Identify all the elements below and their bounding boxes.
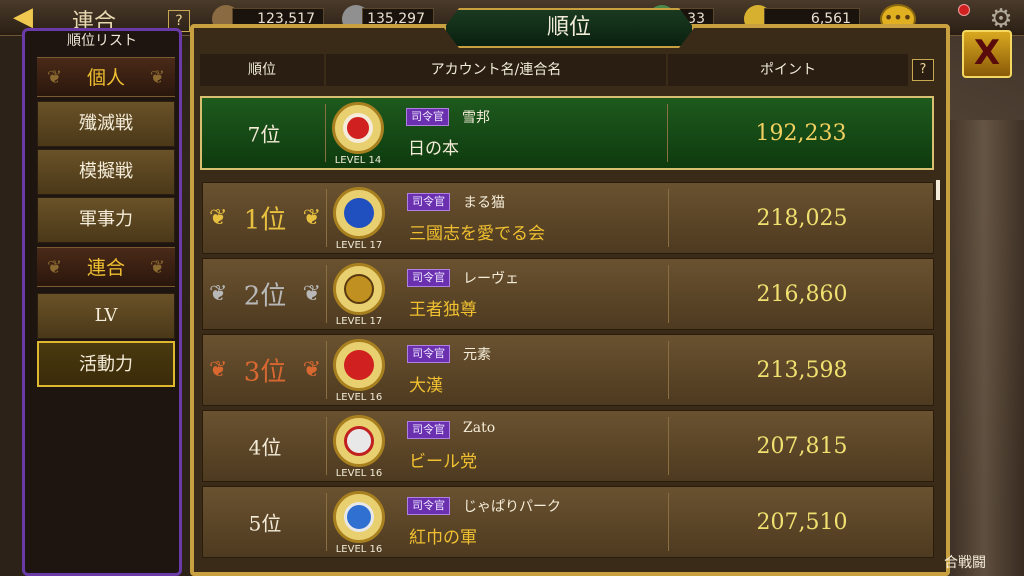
emblem-level: LEVEL 16 <box>335 468 383 479</box>
emblem-ring <box>333 263 385 315</box>
role-badge: 司令官 <box>407 345 450 363</box>
alliance-name: 日の本 <box>408 139 459 159</box>
emblem-ring <box>333 415 385 467</box>
rank-label: 7位 <box>247 122 281 147</box>
points-value: 207,510 <box>756 510 848 535</box>
account-name: 雪邦 <box>462 110 490 126</box>
rank-cell: ❦ 3位 ❦ <box>203 335 327 405</box>
close-button[interactable]: X <box>962 30 1012 78</box>
emblem-level: LEVEL 17 <box>335 240 383 251</box>
role-badge: 司令官 <box>407 193 450 211</box>
column-header-rank: 順位 <box>200 54 324 86</box>
ranking-help-button[interactable]: ? <box>912 59 934 81</box>
role-badge: 司令官 <box>407 497 450 515</box>
account-name: まる猫 <box>463 195 505 211</box>
emblem-ring <box>332 102 384 154</box>
rank-cell: ❦ 2位 ❦ <box>203 259 327 329</box>
alliance-emblem: LEVEL 16 <box>329 489 389 555</box>
points-value: 218,025 <box>756 206 848 231</box>
ranking-list-sidebar: 順位リスト 個人 殲滅戦 模擬戦 軍事力 連合 LV 活動力 <box>22 28 182 576</box>
rank-label: 4位 <box>248 435 282 460</box>
ranking-row[interactable]: 4位 LEVEL 16 司令官 Zato ビール党 207,815 <box>202 410 934 482</box>
panel-title: 順位 <box>444 8 694 48</box>
sidebar-item-annihilation[interactable]: 殲滅戦 <box>37 101 175 147</box>
gold-laurel-icon: ❦ <box>302 205 321 231</box>
points-value: 192,233 <box>755 121 847 146</box>
dragon-emblem-icon <box>344 274 374 304</box>
role-badge: 司令官 <box>406 108 449 126</box>
ranking-row[interactable]: ❦ 2位 ❦ LEVEL 17 司令官 レーヴェ 王者独尊 216,860 <box>202 258 934 330</box>
alliance-emblem: LEVEL 16 <box>329 337 389 403</box>
bronze-laurel-icon: ❦ <box>302 357 321 383</box>
account-name: レーヴェ <box>463 271 519 287</box>
cat-emblem-icon <box>344 198 374 228</box>
points-value: 216,860 <box>756 282 848 307</box>
sidebar-item-lv[interactable]: LV <box>37 293 175 339</box>
rank-cell: 5位 <box>203 487 327 557</box>
my-alliance-row[interactable]: 7位 LEVEL 14 司令官 雪邦 日の本 192,233 <box>200 96 934 170</box>
account-name: 元素 <box>463 347 491 363</box>
alliance-name: 三國志を愛でる会 <box>409 224 545 244</box>
emblem-level: LEVEL 14 <box>334 155 382 166</box>
alliance-emblem: LEVEL 17 <box>329 185 389 251</box>
rank-cell: 4位 <box>203 411 327 481</box>
emblem-ring <box>333 491 385 543</box>
emblem-level: LEVEL 16 <box>335 544 383 555</box>
sidebar-header-alliance: 連合 <box>37 247 175 288</box>
list-scrollbar[interactable] <box>936 180 940 200</box>
battle-label: 合戦闘 <box>944 555 986 571</box>
background-scenery <box>944 120 1024 576</box>
alliance-emblem: LEVEL 14 <box>328 100 388 166</box>
close-icon: X <box>973 33 1001 73</box>
sidebar-header-personal: 個人 <box>37 57 175 98</box>
account-name: Zato <box>463 420 496 436</box>
column-header-account: アカウント名/連合名 <box>326 54 666 86</box>
alliance-name: 紅巾の軍 <box>409 528 477 548</box>
emblem-level: LEVEL 17 <box>335 316 383 327</box>
crane-emblem-icon <box>344 426 374 456</box>
emblem-ring <box>333 339 385 391</box>
alliance-name: ビール党 <box>409 452 477 472</box>
sidebar-title: 順位リスト <box>67 33 137 49</box>
points-value: 213,598 <box>756 358 848 383</box>
sidebar-item-activity[interactable]: 活動力 <box>37 341 175 387</box>
sidebar-item-mock-battle[interactable]: 模擬戦 <box>37 149 175 195</box>
sidebar-item-military[interactable]: 軍事力 <box>37 197 175 243</box>
points-value: 207,815 <box>756 434 848 459</box>
role-badge: 司令官 <box>407 269 450 287</box>
alliance-emblem: LEVEL 16 <box>329 413 389 479</box>
ranking-row[interactable]: ❦ 3位 ❦ LEVEL 16 司令官 元素 大漢 213,598 <box>202 334 934 406</box>
silver-laurel-icon: ❦ <box>302 281 321 307</box>
rank-label: 5位 <box>248 511 282 536</box>
ranking-row[interactable]: 5位 LEVEL 16 司令官 じゃぱりパーク 紅巾の軍 207,510 <box>202 486 934 558</box>
alliance-name: 大漢 <box>409 376 443 396</box>
lotus-emblem-icon <box>344 502 374 532</box>
rank-cell: ❦ 1位 ❦ <box>203 183 327 253</box>
rising-sun-emblem-icon <box>343 113 373 143</box>
notification-dot <box>958 4 970 16</box>
role-badge: 司令官 <box>407 421 450 439</box>
han-emblem-icon <box>344 350 374 380</box>
ranking-row[interactable]: ❦ 1位 ❦ LEVEL 17 司令官 まる猫 三國志を愛でる会 218,025 <box>202 182 934 254</box>
account-name: じゃぱりパーク <box>463 499 561 515</box>
emblem-ring <box>333 187 385 239</box>
alliance-emblem: LEVEL 17 <box>329 261 389 327</box>
column-header-points: ポイント <box>668 54 908 86</box>
rank-cell: 7位 <box>202 98 326 168</box>
alliance-name: 王者独尊 <box>409 300 477 320</box>
emblem-level: LEVEL 16 <box>335 392 383 403</box>
